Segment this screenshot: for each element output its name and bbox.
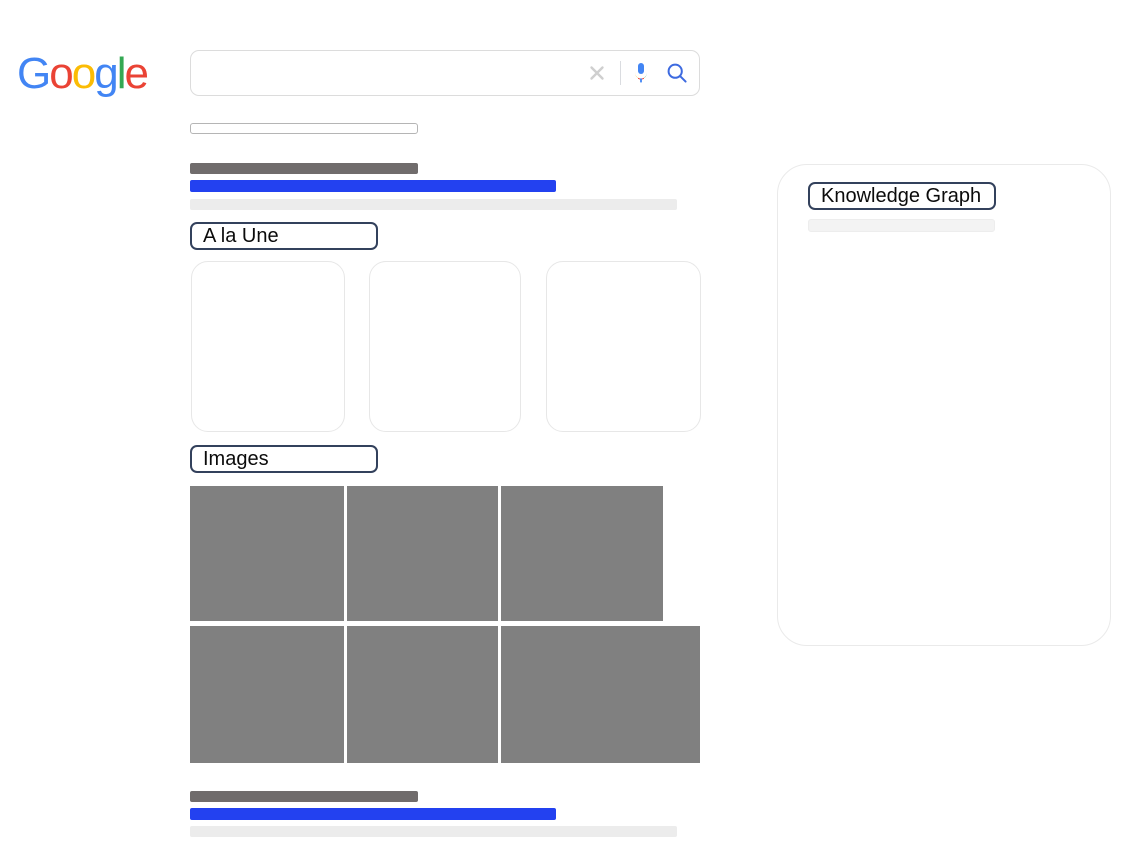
- logo-letter-g2: g: [94, 49, 119, 98]
- search-bar[interactable]: [190, 50, 700, 96]
- result-url-bar[interactable]: [190, 791, 418, 802]
- result-snippet-bar: [190, 199, 677, 210]
- result-url-bar[interactable]: [190, 163, 418, 174]
- logo-letter-o2: o: [71, 49, 97, 98]
- knowledge-graph-panel: [777, 164, 1111, 646]
- microphone-icon[interactable]: [627, 50, 655, 96]
- image-tile[interactable]: [501, 486, 663, 621]
- magnifier-icon[interactable]: [655, 50, 699, 96]
- google-logo[interactable]: Google: [17, 49, 149, 98]
- search-input[interactable]: [191, 51, 580, 95]
- search-bar-divider: [620, 61, 621, 85]
- section-label-top-stories: A la Une: [190, 222, 378, 250]
- image-tile[interactable]: [347, 486, 498, 621]
- image-tile[interactable]: [190, 626, 344, 763]
- news-card[interactable]: [546, 261, 701, 432]
- section-label-images: Images: [190, 445, 378, 473]
- news-card[interactable]: [369, 261, 521, 432]
- image-tile[interactable]: [501, 626, 700, 763]
- result-title-link-bar[interactable]: [190, 180, 556, 192]
- image-tile[interactable]: [347, 626, 498, 763]
- section-label-knowledge-graph: Knowledge Graph: [808, 182, 996, 210]
- logo-letter-e: e: [124, 49, 149, 98]
- result-snippet-bar: [190, 826, 677, 837]
- news-card[interactable]: [191, 261, 345, 432]
- close-x-icon[interactable]: [580, 50, 614, 96]
- section-label-text: A la Une: [203, 225, 279, 247]
- knowledge-graph-placeholder-bar: [808, 219, 995, 232]
- image-tile[interactable]: [190, 486, 344, 621]
- logo-letter-g1: G: [17, 49, 51, 98]
- logo-letter-o1: o: [49, 49, 74, 98]
- section-label-text: Images: [203, 448, 269, 470]
- result-title-link-bar[interactable]: [190, 808, 556, 820]
- logo-letter-l: l: [116, 49, 127, 98]
- search-tools-placeholder[interactable]: [190, 123, 418, 134]
- section-label-text: Knowledge Graph: [821, 185, 982, 207]
